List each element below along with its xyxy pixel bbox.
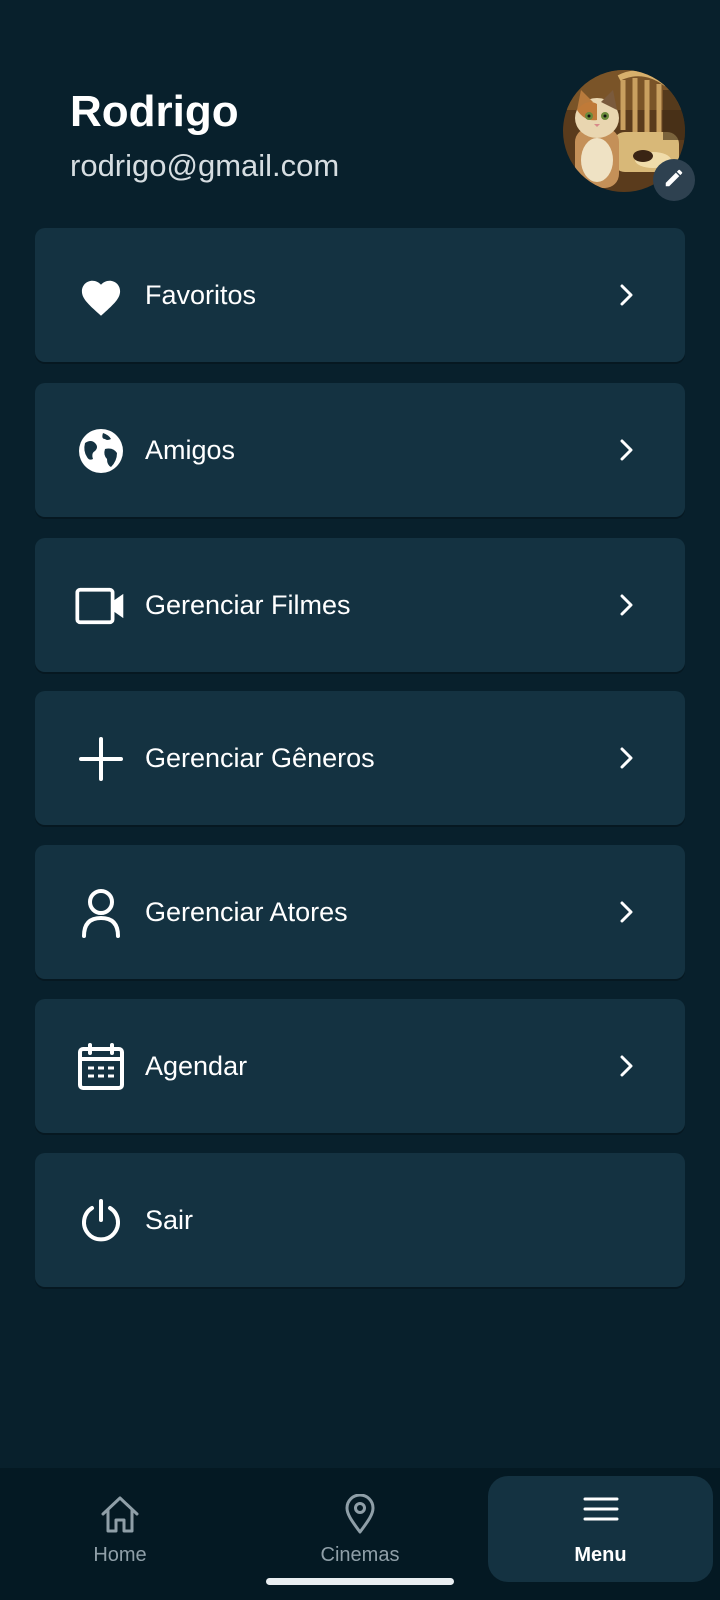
menu-item-label: Sair [145,1205,194,1235]
nav-label-home: Home [93,1544,147,1566]
hamburger-menu-icon [488,1494,713,1538]
globe-icon [75,425,127,477]
menu-item-label: Gerenciar Gêneros [145,743,375,773]
menu-item-favoritos[interactable]: Favoritos [35,228,685,362]
pencil-icon [663,167,685,194]
menu-item-label: Favoritos [145,280,257,310]
menu-item-label: Gerenciar Atores [145,897,348,927]
chevron-right-icon [613,281,641,309]
nav-item-home[interactable]: Home [20,1476,220,1582]
chevron-right-icon [613,744,641,772]
menu-item-agendar[interactable]: Agendar [35,999,685,1133]
menu-item-gerenciar-generos[interactable]: Gerenciar Gêneros [35,691,685,825]
gesture-home-indicator[interactable] [266,1578,454,1585]
nav-item-cinemas[interactable]: Cinemas [260,1476,460,1582]
menu-item-gerenciar-atores[interactable]: Gerenciar Atores [35,845,685,979]
nav-label-cinemas: Cinemas [320,1544,400,1566]
person-icon [75,887,127,939]
profile-email: rodrigo@gmail.com [70,148,340,183]
chevron-right-icon [613,1052,641,1080]
chevron-right-icon [613,898,641,926]
menu-item-gerenciar-filmes[interactable]: Gerenciar Filmes [35,538,685,672]
map-pin-icon [260,1494,460,1538]
power-icon [75,1195,127,1247]
nav-item-menu[interactable]: Menu [488,1476,713,1582]
video-camera-icon [75,580,127,632]
calendar-icon [75,1041,127,1093]
home-icon [20,1494,220,1538]
menu-item-sair[interactable]: Sair [35,1153,685,1287]
menu-item-amigos[interactable]: Amigos [35,383,685,517]
menu-item-label: Amigos [145,435,236,465]
heart-icon [75,270,127,322]
menu-item-label: Agendar [145,1051,248,1081]
nav-label-menu: Menu [574,1544,627,1566]
edit-avatar-button[interactable] [653,159,695,201]
menu-item-label: Gerenciar Filmes [145,590,351,620]
profile-name: Rodrigo [70,87,239,136]
chevron-right-icon [613,436,641,464]
plus-icon [75,733,127,785]
chevron-right-icon [613,591,641,619]
